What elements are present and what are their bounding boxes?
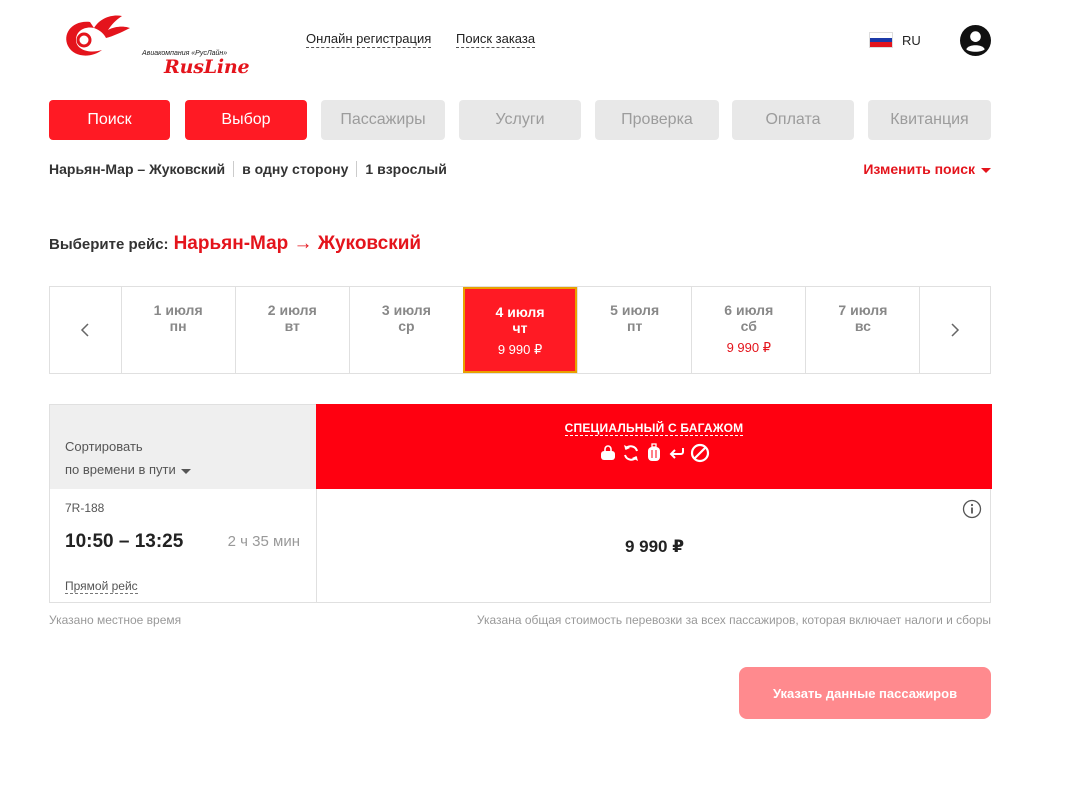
date-price: 9 990 ₽: [497, 342, 543, 357]
date-label: 4 июля: [495, 304, 545, 320]
russia-flag-icon: [869, 32, 893, 48]
total-cost-note: Указана общая стоимость перевозки за все…: [476, 613, 991, 627]
flight-info: 7R-188 10:50 – 13:25 2 ч 35 мин Прямой р…: [50, 489, 316, 603]
weekday-label: вс: [854, 318, 871, 334]
choose-flight-heading: Выберите рейс: Нарьян-Мар → Жуковский: [49, 233, 421, 255]
logo-text: RusLine: [164, 56, 250, 78]
date-label: 3 июля: [381, 302, 431, 318]
flight-number: 7R-188: [65, 501, 105, 515]
flights-table: Сортировать по времени в пути СПЕЦИАЛЬНЫ…: [49, 404, 992, 603]
date-cell[interactable]: 5 июля пт: [577, 287, 691, 373]
step-payment: Оплата: [732, 100, 854, 140]
fare-price: 9 990 ₽: [624, 537, 685, 556]
sort-label: Сортировать: [65, 439, 143, 454]
info-icon[interactable]: [962, 499, 982, 519]
weekday-label: чт: [512, 320, 528, 336]
fare-price-cell[interactable]: 9 990 ₽: [316, 489, 992, 603]
weekday-label: вт: [284, 318, 300, 334]
search-summary: Нарьян-Мар – Жуковский в одну сторону 1 …: [49, 161, 447, 177]
step-search[interactable]: Поиск: [49, 100, 170, 140]
divider: [233, 161, 235, 177]
step-services: Услуги: [459, 100, 581, 140]
language-selector[interactable]: RU: [869, 32, 921, 48]
change-search-button[interactable]: Изменить поиск: [863, 161, 991, 177]
chevron-left-icon: [81, 323, 89, 337]
weekday-label: сб: [740, 318, 757, 334]
change-search-label: Изменить поиск: [863, 161, 975, 177]
return-icon[interactable]: [667, 443, 687, 463]
summary-trip-type: в одну сторону: [242, 161, 349, 177]
prev-dates-button[interactable]: [50, 287, 121, 373]
date-cell[interactable]: 2 июля вт: [234, 287, 349, 373]
step-select[interactable]: Выбор: [185, 100, 307, 140]
bag-icon[interactable]: [598, 443, 618, 463]
booking-steps: Поиск Выбор Пассажиры Услуги Проверка Оп…: [49, 100, 991, 140]
choose-label: Выберите рейс:: [49, 236, 169, 253]
fare-header: СПЕЦИАЛЬНЫЙ С БАГАЖОМ: [316, 404, 992, 489]
order-search-link[interactable]: Поиск заказа: [456, 31, 536, 48]
date-cell[interactable]: 7 июля вс: [805, 287, 919, 373]
logo-bird-icon: [66, 15, 130, 56]
enter-passenger-data-button[interactable]: Указать данные пассажиров: [739, 667, 991, 719]
date-label: 1 июля: [153, 302, 203, 318]
local-time-note: Указано местное время: [49, 613, 182, 627]
step-receipt: Квитанция: [868, 100, 991, 140]
weekday-label: ср: [398, 318, 415, 334]
date-label: 2 июля: [267, 302, 317, 318]
direct-flight-link[interactable]: Прямой рейс: [65, 579, 138, 594]
step-passengers: Пассажиры: [321, 100, 445, 140]
date-cell[interactable]: 1 июля пн: [120, 287, 235, 373]
sort-value: по времени в пути: [65, 462, 176, 477]
flight-duration: 2 ч 35 мин: [227, 533, 300, 550]
date-label: 6 июля: [724, 302, 774, 318]
fare-conditions: [316, 443, 992, 463]
date-cell[interactable]: 3 июля ср: [348, 287, 463, 373]
rusline-logo[interactable]: Авиакомпания «РусЛайн» RusLine: [60, 12, 250, 78]
date-selector: 1 июля пн 2 июля вт 3 июля ср 4 июля чт …: [49, 286, 991, 374]
user-account-icon[interactable]: [960, 25, 991, 56]
date-label: 5 июля: [610, 302, 660, 318]
fare-name-link[interactable]: СПЕЦИАЛЬНЫЙ С БАГАЖОМ: [564, 421, 744, 436]
no-refund-icon[interactable]: [690, 443, 710, 463]
weekday-label: пт: [627, 318, 643, 334]
date-label: 7 июля: [838, 302, 888, 318]
exchange-icon[interactable]: [621, 443, 641, 463]
step-review: Проверка: [595, 100, 719, 140]
next-dates-button[interactable]: [919, 287, 990, 373]
date-cell-selected[interactable]: 4 июля чт 9 990 ₽: [462, 287, 578, 373]
caret-down-icon: [180, 468, 191, 474]
divider: [356, 161, 358, 177]
language-label: RU: [902, 32, 921, 48]
luggage-icon[interactable]: [644, 443, 664, 463]
summary-route: Нарьян-Мар – Жуковский: [49, 161, 226, 177]
caret-down-icon: [981, 168, 991, 173]
summary-passengers: 1 взрослый: [365, 161, 447, 177]
choose-route: Нарьян-Мар → Жуковский: [173, 233, 422, 254]
date-cell[interactable]: 6 июля сб 9 990 ₽: [691, 287, 805, 373]
date-price: 9 990 ₽: [726, 340, 771, 355]
weekday-label: пн: [169, 318, 187, 334]
chevron-right-icon: [951, 323, 960, 337]
sort-control[interactable]: Сортировать по времени в пути: [50, 405, 316, 489]
online-checkin-link[interactable]: Онлайн регистрация: [306, 31, 432, 48]
